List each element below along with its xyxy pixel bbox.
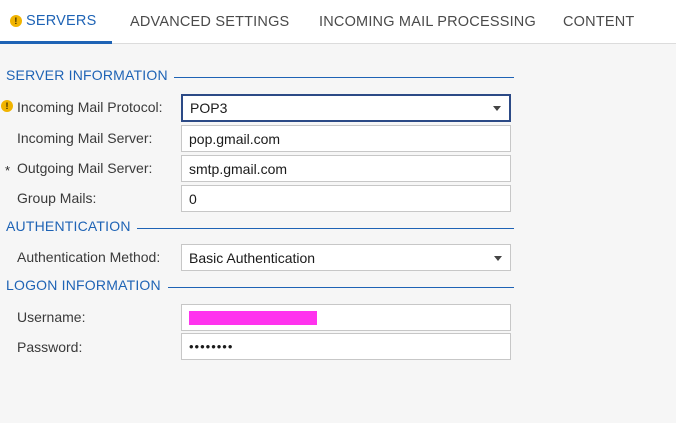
outgoing-mail-server-label: Outgoing Mail Server:	[17, 160, 153, 176]
username-input[interactable]	[181, 304, 511, 331]
group-mails-label: Group Mails:	[17, 190, 97, 206]
section-title-authentication: AUTHENTICATION	[6, 218, 131, 234]
authentication-method-value: Basic Authentication	[189, 249, 316, 266]
incoming-mail-protocol-select[interactable]: POP3	[181, 94, 511, 122]
warning-icon: !	[10, 14, 22, 27]
incoming-mail-server-value: pop.gmail.com	[189, 130, 281, 147]
tab-incoming-mail-processing[interactable]: INCOMING MAIL PROCESSING	[319, 0, 536, 44]
username-label: Username:	[17, 309, 86, 325]
tab-servers[interactable]: ! SERVERS	[0, 0, 113, 44]
section-divider	[168, 287, 514, 288]
tab-advanced-settings-label: ADVANCED SETTINGS	[130, 14, 290, 30]
outgoing-mail-server-value: smtp.gmail.com	[189, 160, 288, 177]
section-divider	[137, 228, 514, 229]
password-input[interactable]: ••••••••	[181, 333, 511, 360]
section-divider	[174, 77, 514, 78]
password-value: ••••••••	[189, 339, 234, 354]
incoming-mail-protocol-label: Incoming Mail Protocol:	[17, 99, 163, 115]
tab-servers-label: SERVERS	[26, 12, 97, 29]
chevron-down-icon	[494, 255, 502, 261]
tab-advanced-settings[interactable]: ADVANCED SETTINGS	[130, 0, 289, 44]
group-mails-value: 0	[189, 190, 197, 207]
redacted-username	[189, 310, 317, 325]
authentication-method-select[interactable]: Basic Authentication	[181, 244, 511, 271]
section-title-server-information: SERVER INFORMATION	[6, 67, 168, 83]
required-marker: *	[5, 163, 11, 178]
outgoing-mail-server-input[interactable]: smtp.gmail.com	[181, 155, 511, 182]
authentication-method-label: Authentication Method:	[17, 249, 161, 265]
incoming-mail-protocol-value: POP3	[190, 100, 228, 116]
incoming-mail-server-input[interactable]: pop.gmail.com	[181, 125, 511, 152]
incoming-mail-server-label: Incoming Mail Server:	[17, 130, 153, 146]
tab-content[interactable]: CONTENT	[563, 0, 634, 44]
tab-content-label: CONTENT	[563, 14, 635, 30]
section-title-logon-information: LOGON INFORMATION	[6, 277, 161, 293]
tab-bar: ! SERVERS ADVANCED SETTINGS INCOMING MAI…	[0, 0, 676, 44]
group-mails-input[interactable]: 0	[181, 185, 511, 212]
warning-icon: !	[1, 100, 13, 112]
password-label: Password:	[17, 339, 83, 355]
tab-incoming-mail-processing-label: INCOMING MAIL PROCESSING	[319, 14, 536, 30]
chevron-down-icon	[493, 106, 501, 111]
